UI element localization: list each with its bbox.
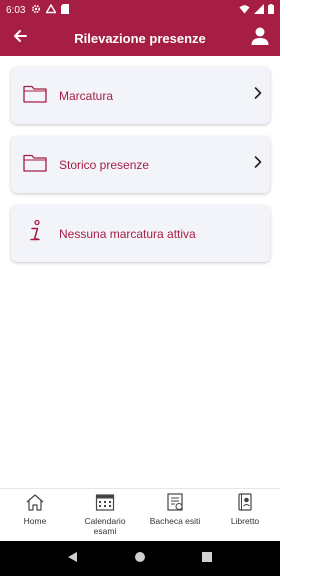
back-button[interactable] bbox=[0, 20, 40, 56]
gear-icon bbox=[31, 4, 41, 17]
person-icon bbox=[250, 26, 270, 51]
marcatura-card[interactable]: Marcatura bbox=[11, 67, 270, 124]
card-label: Storico presenze bbox=[59, 157, 150, 172]
nav-item-bacheca-esiti[interactable]: Bacheca esiti bbox=[140, 489, 210, 541]
system-home-button[interactable] bbox=[134, 550, 146, 568]
nessuna-marcatura-card: Nessuna marcatura attiva bbox=[11, 205, 270, 262]
home-icon bbox=[25, 493, 45, 516]
square-recents-icon bbox=[201, 551, 212, 562]
wifi-icon bbox=[239, 4, 250, 17]
folder-icon bbox=[23, 84, 47, 108]
triangle-back-icon bbox=[68, 551, 78, 562]
card-label: Nessuna marcatura attiva bbox=[59, 226, 196, 241]
sd-card-icon bbox=[61, 3, 70, 17]
calendar-icon bbox=[95, 493, 115, 516]
signal-icon bbox=[254, 3, 264, 17]
drive-icon bbox=[45, 3, 58, 17]
nav-item-calendario-esami[interactable]: Calendario esami bbox=[70, 489, 140, 541]
nav-label: Bacheca esiti bbox=[149, 516, 201, 526]
status-bar: 6:03 bbox=[0, 0, 280, 20]
nav-label: Home bbox=[23, 516, 47, 526]
card-label: Marcatura bbox=[59, 88, 114, 103]
system-back-button[interactable] bbox=[67, 550, 79, 568]
chevron-right-icon bbox=[253, 86, 263, 105]
page-title: Rilevazione presenze bbox=[74, 30, 206, 46]
app-bar: Rilevazione presenze bbox=[0, 20, 280, 56]
status-time: 6:03 bbox=[6, 4, 26, 16]
storico-presenze-card[interactable]: Storico presenze bbox=[11, 136, 270, 193]
system-recents-button[interactable] bbox=[201, 550, 213, 568]
circle-home-icon bbox=[134, 551, 145, 562]
booklet-icon bbox=[235, 492, 255, 516]
board-icon bbox=[165, 492, 185, 516]
nav-item-libretto[interactable]: Libretto bbox=[210, 489, 280, 541]
nav-label: Calendario esami bbox=[84, 516, 126, 536]
chevron-right-icon bbox=[253, 155, 263, 174]
profile-button[interactable] bbox=[240, 20, 280, 56]
nav-label: Libretto bbox=[230, 516, 260, 526]
arrow-left-icon bbox=[12, 28, 28, 49]
info-icon bbox=[27, 219, 43, 248]
system-navigation-bar bbox=[0, 541, 280, 576]
folder-icon bbox=[23, 153, 47, 177]
battery-icon bbox=[268, 3, 274, 17]
bottom-navigation: Home Calendario esami Bacheca esiti Libr… bbox=[0, 488, 280, 541]
nav-item-home[interactable]: Home bbox=[0, 489, 70, 541]
